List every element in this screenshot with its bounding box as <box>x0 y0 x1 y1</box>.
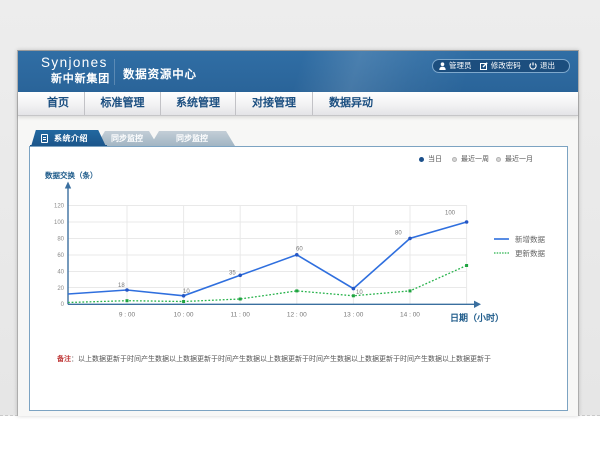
svg-text:数据交换（条）: 数据交换（条） <box>45 170 98 180</box>
svg-text:60: 60 <box>296 247 303 253</box>
svg-text:0: 0 <box>61 302 65 308</box>
svg-text:新增数据: 新增数据 <box>515 234 545 244</box>
svg-text:14 : 00: 14 : 00 <box>400 312 420 319</box>
svg-text:100: 100 <box>445 211 456 217</box>
svg-text:60: 60 <box>57 253 64 259</box>
svg-text:更新数据: 更新数据 <box>515 248 545 258</box>
svg-text:35: 35 <box>229 271 236 277</box>
svg-text:9 : 00: 9 : 00 <box>119 312 136 319</box>
svg-text:10: 10 <box>183 289 190 295</box>
svg-text:10 : 00: 10 : 00 <box>174 312 194 319</box>
svg-text:10: 10 <box>356 290 363 296</box>
svg-text:40: 40 <box>57 270 64 276</box>
svg-text:120: 120 <box>54 204 65 210</box>
svg-text:11 : 00: 11 : 00 <box>230 312 250 319</box>
svg-text:80: 80 <box>57 237 64 243</box>
svg-text:18: 18 <box>118 283 125 289</box>
svg-text:20: 20 <box>57 286 64 292</box>
svg-text:80: 80 <box>395 231 402 237</box>
svg-text:100: 100 <box>54 220 65 226</box>
svg-text:12 : 00: 12 : 00 <box>287 312 307 319</box>
svg-text:日期（小时）: 日期（小时） <box>450 312 504 323</box>
svg-text:13 : 00: 13 : 00 <box>343 312 363 319</box>
